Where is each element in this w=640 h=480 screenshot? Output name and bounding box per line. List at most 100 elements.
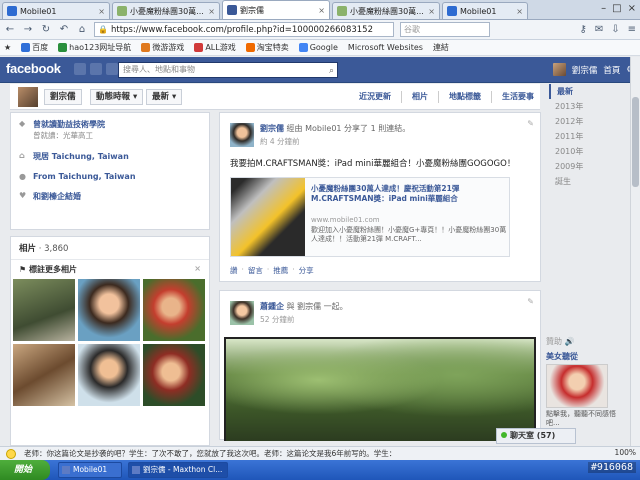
ad-image[interactable] [546,364,608,408]
year-link[interactable]: 2013年 [549,99,630,114]
post-author[interactable]: 蕭鍾企 [260,302,284,311]
bookmark-item[interactable]: 淘宝特卖 [245,42,289,53]
page-scrollbar[interactable] [630,57,640,446]
bookmark-item[interactable]: 微游游戏 [141,42,184,53]
post-time[interactable]: 約 4 分鐘前 [260,136,520,147]
photo-thumbnail[interactable] [13,344,75,406]
relationship[interactable]: 和劉榛企結婚 [33,191,81,202]
start-button[interactable]: 開始 [0,460,50,480]
heart-icon: ♥ [19,191,27,200]
timeline-menu[interactable]: 動態時報 ▾ [90,89,144,105]
year-link[interactable]: 誕生 [549,174,630,189]
search-icon[interactable]: ⌕ [329,64,334,78]
photo-thumbnail[interactable] [13,279,75,341]
refresh-icon[interactable]: ↻ [40,24,52,36]
post-author[interactable]: 劉宗儒 [260,124,284,133]
like-link[interactable]: 讚 [230,265,238,276]
tab-life-events[interactable]: 生活要事 [502,91,534,103]
bookmark-item[interactable]: hao123网址导航 [58,42,131,53]
photos-title[interactable]: 相片 [19,244,36,254]
taskbar-item[interactable]: Mobile01 [58,462,122,478]
browser-tab[interactable]: Mobile01 × [2,2,110,19]
browser-tab[interactable]: 小憂魔粉絲團30萬... × [332,2,440,19]
bookmark-item[interactable]: 連結 [433,42,449,53]
close-icon[interactable]: × [194,264,201,275]
ad-title[interactable]: 美女聽從 [546,351,616,362]
feed-icon[interactable]: ✉ [595,24,603,35]
scrollbar-thumb[interactable] [632,97,639,187]
share-link[interactable]: 分享 [299,265,314,276]
bookmark-item[interactable]: ALL游戏 [194,42,236,53]
forward-icon[interactable]: → [22,24,34,36]
key-icon[interactable]: ⚷ [580,24,587,35]
tab-photos[interactable]: 相片 [412,91,428,103]
comment-link[interactable]: 留言 [248,265,263,276]
bookmark-item[interactable]: 百度 [21,42,48,53]
tab-label: 劉宗儒 [240,5,264,15]
facebook-logo[interactable]: facebook [6,61,61,76]
tag-more-photos[interactable]: ⚑ 標註更多相片 × [11,260,209,279]
download-icon[interactable]: ⇩ [611,24,619,35]
undo-icon[interactable]: ↶ [58,24,70,36]
taskbar-item-active[interactable]: 劉宗儒 - Maxthon Cl... [128,462,228,478]
post-time[interactable]: 52 分鐘前 [260,314,520,325]
edit-post-icon[interactable]: ✎ [527,297,534,306]
close-icon[interactable]: × [208,7,215,16]
year-link[interactable]: 2010年 [549,144,630,159]
latest-menu[interactable]: 最新 ▾ [146,89,183,105]
close-icon[interactable]: × [318,6,325,15]
zoom-level[interactable]: 100% [608,448,636,457]
browser-tab[interactable]: 小憂魔粉絲團30萬... × [112,2,220,19]
year-link[interactable]: 2009年 [549,159,630,174]
shared-link-title[interactable]: 小憂魔粉絲團30萬人達成！慶祝活動第21彈 M.CRAFTSMAN獎：iPad … [311,184,507,204]
shared-link-thumbnail[interactable] [231,178,305,256]
chat-bar[interactable]: 聊天室 (57) [496,428,576,444]
facebook-search-input[interactable]: 搜尋人、地點和事物 ⌕ [118,62,338,78]
edit-post-icon[interactable]: ✎ [527,119,534,128]
recommend-link[interactable]: 推薦 [273,265,288,276]
maximize-icon[interactable]: □ [612,3,621,14]
photo-thumbnail[interactable] [143,279,205,341]
browser-tab-active[interactable]: 劉宗儒 × [222,0,330,19]
minimize-icon[interactable]: – [601,3,606,14]
photo-thumbnail[interactable] [78,279,140,341]
header-user-name[interactable]: 劉宗儒 [572,64,598,76]
avatar[interactable] [552,63,566,76]
tab-places[interactable]: 地點標籤 [449,91,481,103]
year-link[interactable]: 最新 [549,84,630,99]
close-window-icon[interactable]: × [628,3,636,14]
menu-icon[interactable]: ≡ [628,24,636,35]
home-icon: ⌂ [19,151,25,160]
lives-in[interactable]: 現居 Taichung, Taiwan [33,151,129,162]
browser-tab[interactable]: Mobile01 × [442,2,528,19]
tab-status[interactable]: 近況更新 [359,91,391,103]
browser-search-input[interactable]: 谷歌 [400,22,490,37]
close-icon[interactable]: × [98,7,105,16]
photo-thumbnail[interactable] [78,344,140,406]
from-place[interactable]: From Taichung, Taiwan [33,172,136,181]
profile-name-button[interactable]: 劉宗儒 [44,89,82,105]
avatar[interactable] [18,87,38,107]
photo-thumbnail[interactable] [143,344,205,406]
close-icon[interactable]: × [428,7,435,16]
star-icon[interactable]: ★ [4,43,11,52]
school-name[interactable]: 曾就讀勤益技術學院 [33,120,105,129]
year-link[interactable]: 2012年 [549,114,630,129]
close-icon[interactable]: × [516,7,523,16]
bookmark-item[interactable]: Google [298,43,338,52]
avatar[interactable] [230,123,254,147]
notifications-icon[interactable] [106,63,118,75]
home-icon[interactable]: ⌂ [76,24,88,36]
about-lives: ⌂ 現居 Taichung, Taiwan [19,151,201,162]
friend-requests-icon[interactable] [74,63,86,75]
post-photo[interactable] [224,337,536,441]
messages-icon[interactable] [90,63,102,75]
bookmark-item[interactable]: Microsoft Websites [348,43,423,52]
year-link[interactable]: 2011年 [549,129,630,144]
ad-text[interactable]: 點擊我，聽聽不同感悟吧... [546,410,616,428]
back-icon[interactable]: ← [4,24,16,36]
shared-link[interactable]: 小憂魔粉絲團30萬人達成！慶祝活動第21彈 M.CRAFTSMAN獎：iPad … [230,177,510,257]
home-link[interactable]: 首頁 [603,64,620,76]
avatar[interactable] [230,301,254,325]
address-bar[interactable]: 🔒 https://www.facebook.com/profile.php?i… [94,22,394,37]
